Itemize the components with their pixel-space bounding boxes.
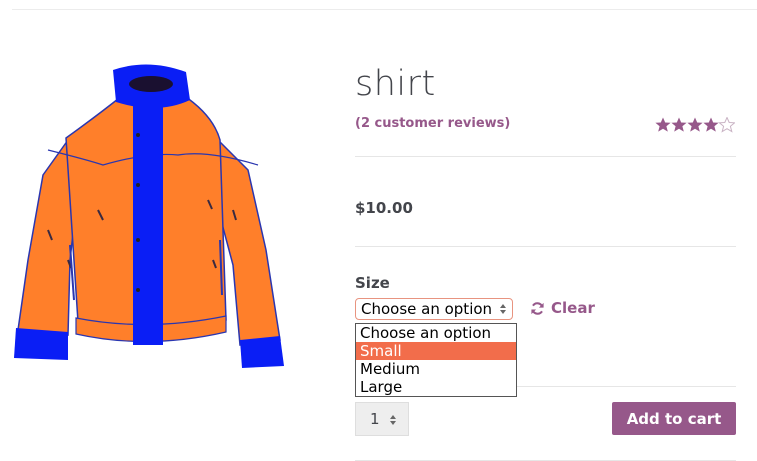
clear-selection-link[interactable]: Clear bbox=[530, 299, 595, 317]
customer-reviews-link[interactable]: (2 customer reviews) bbox=[355, 116, 510, 131]
select-arrows-icon bbox=[500, 304, 506, 314]
size-option-choose[interactable]: Choose an option bbox=[356, 324, 516, 342]
size-dropdown-list: Choose an option Small Medium Large bbox=[355, 323, 517, 397]
star-rating bbox=[655, 116, 735, 134]
add-to-cart-button[interactable]: Add to cart bbox=[612, 402, 736, 435]
size-option-medium[interactable]: Medium bbox=[356, 360, 516, 378]
stepper-arrows-icon[interactable] bbox=[389, 414, 397, 426]
size-select-value: Choose an option bbox=[361, 300, 493, 318]
jacket-image bbox=[14, 64, 284, 368]
size-label: Size bbox=[355, 274, 390, 292]
quantity-stepper[interactable]: 1 bbox=[355, 402, 409, 436]
product-summary: shirt (2 customer reviews) $10.00 Size C… bbox=[355, 0, 736, 461]
size-select[interactable]: Choose an option bbox=[355, 298, 513, 320]
product-title: shirt bbox=[355, 64, 436, 104]
product-image[interactable] bbox=[8, 60, 308, 370]
quantity-value: 1 bbox=[370, 410, 380, 428]
refresh-icon bbox=[531, 301, 544, 315]
size-option-small[interactable]: Small bbox=[356, 342, 516, 360]
product-price: $10.00 bbox=[355, 199, 413, 217]
size-option-large[interactable]: Large bbox=[356, 378, 516, 396]
divider bbox=[355, 246, 736, 247]
clear-label: Clear bbox=[551, 299, 595, 317]
star-rating-icon bbox=[655, 117, 735, 133]
divider bbox=[355, 156, 736, 157]
